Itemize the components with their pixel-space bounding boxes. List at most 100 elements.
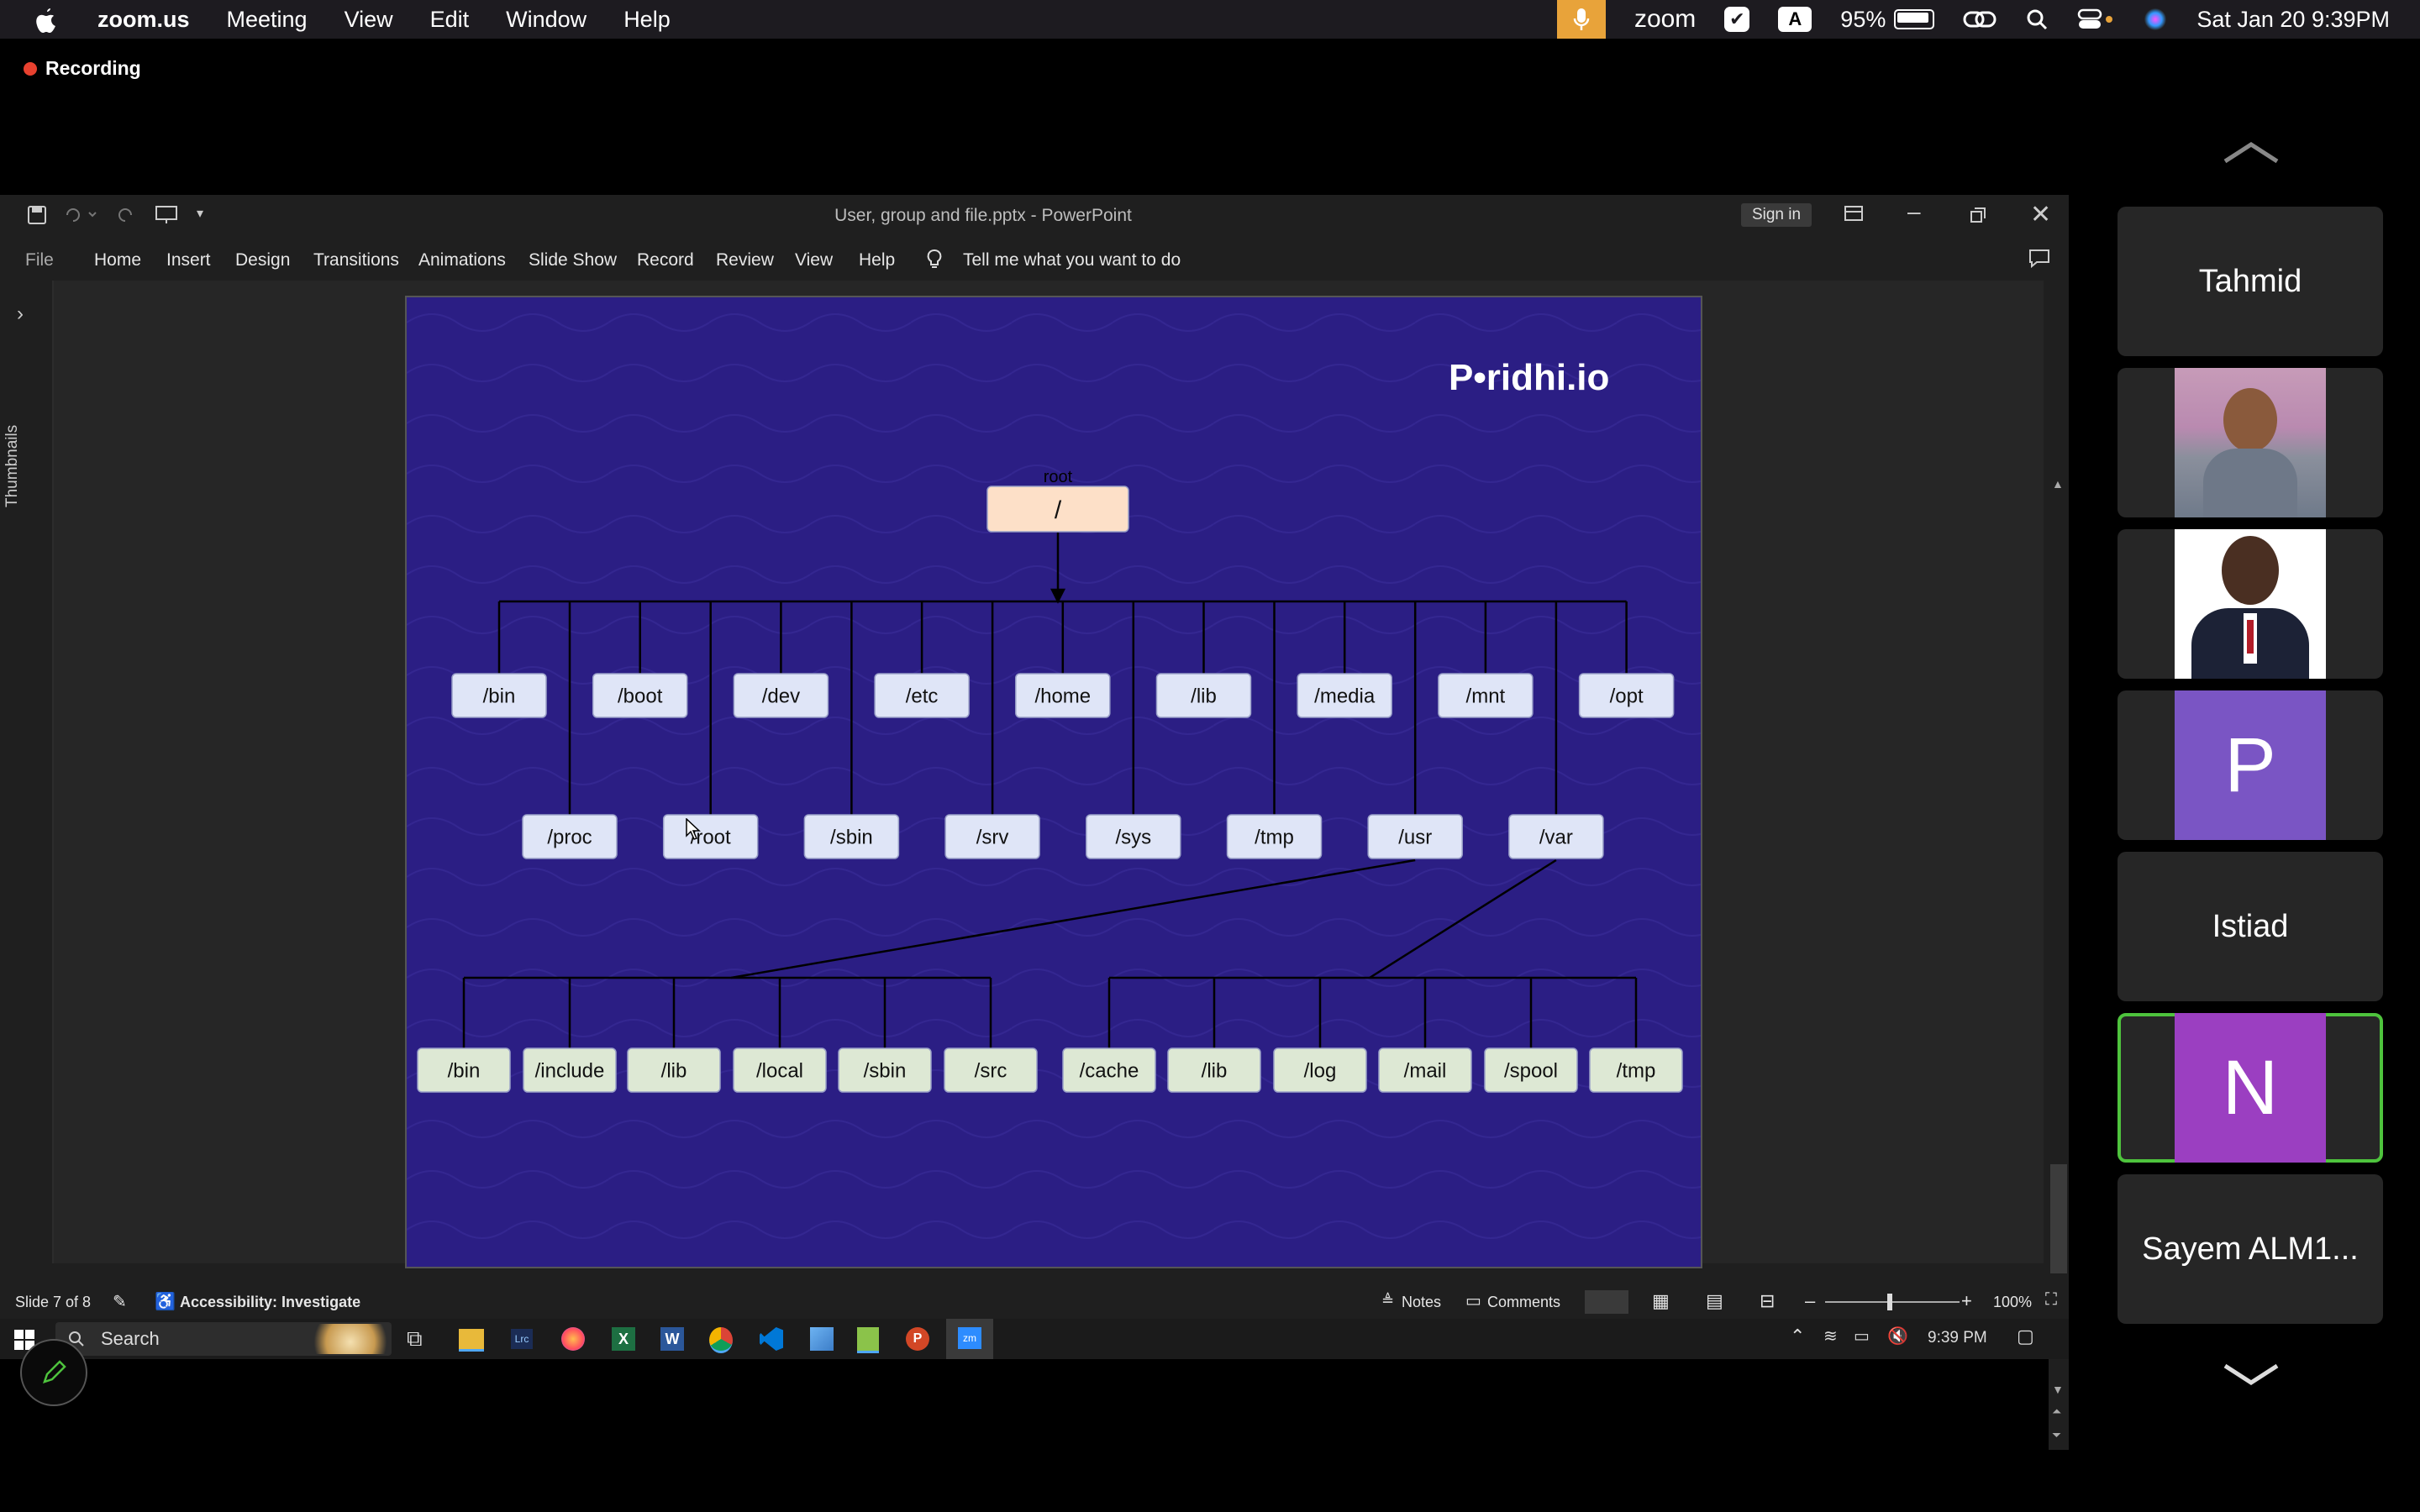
fit-slide-icon[interactable]: ⛶ (2045, 1290, 2057, 1310)
ribbon-tabs: File Home Insert Design Transitions Anim… (0, 237, 2069, 281)
participant-tile-istiad[interactable]: Istiad (2118, 852, 2383, 1001)
comment-icon[interactable] (2028, 249, 2050, 269)
participant-photo (2175, 368, 2326, 517)
menu-edit[interactable]: Edit (430, 7, 470, 33)
node-label: /lib (1191, 685, 1217, 708)
app-menu[interactable]: zoom.us (97, 7, 190, 33)
battery-tray-icon[interactable]: ▭ (1854, 1326, 1870, 1347)
normal-view-button[interactable] (1585, 1290, 1628, 1314)
zoom-out-icon[interactable]: – (1805, 1290, 1815, 1312)
vscode-icon[interactable] (760, 1327, 783, 1351)
firefox-icon[interactable] (561, 1327, 585, 1351)
participant-tile-video-1[interactable] (2118, 368, 2383, 517)
participant-tile-p[interactable]: P (2118, 690, 2383, 840)
slideshow-view-icon[interactable]: ⊟ (1760, 1290, 1775, 1312)
zoom-slider-thumb[interactable] (1887, 1294, 1892, 1310)
notes-icon[interactable]: ≜ (1381, 1292, 1394, 1310)
ribbon-display-icon[interactable] (1844, 205, 1864, 223)
scroll-down-icon[interactable]: ▼ (2052, 1383, 2064, 1396)
previous-slide-icon[interactable]: ⏶ (2052, 1404, 2061, 1419)
tab-insert[interactable]: Insert (166, 250, 211, 270)
input-source-icon[interactable]: A (1778, 7, 1812, 32)
sign-in-button[interactable]: Sign in (1741, 203, 1812, 227)
chrome-icon[interactable] (709, 1327, 733, 1353)
restore-icon[interactable] (1970, 207, 1986, 223)
clock[interactable]: Sat Jan 20 9:39PM (2196, 7, 2390, 33)
menu-view[interactable]: View (345, 7, 393, 33)
next-slide-icon[interactable]: ⏷ (2052, 1428, 2061, 1442)
close-icon[interactable]: ✕ (2030, 200, 2051, 229)
scroll-thumb[interactable] (2050, 1164, 2067, 1273)
title-bar: ▾ User, group and file.pptx - PowerPoint… (0, 195, 2069, 237)
scroll-up-chevron-icon[interactable] (2222, 139, 2281, 165)
spell-check-icon[interactable]: ✎ (113, 1291, 127, 1312)
slide-counter[interactable]: Slide 7 of 8 (15, 1294, 91, 1311)
tab-home[interactable]: Home (94, 250, 141, 270)
menu-meeting[interactable]: Meeting (227, 7, 308, 33)
word-icon[interactable]: W (660, 1327, 684, 1351)
tab-animations[interactable]: Animations (418, 250, 506, 270)
participant-tile-n-active[interactable]: N (2118, 1013, 2383, 1163)
tab-slide-show[interactable]: Slide Show (529, 250, 617, 270)
app-icon-tools[interactable] (810, 1327, 834, 1351)
zoom-taskbar-icon[interactable]: zm (946, 1319, 993, 1359)
node-label: /dev (762, 685, 800, 708)
tab-help[interactable]: Help (859, 250, 895, 270)
accessibility-icon[interactable]: ♿ (155, 1291, 176, 1312)
powerpoint-taskbar-icon[interactable]: P (906, 1327, 929, 1351)
participant-tile-sayem[interactable]: Sayem ALM1... (2118, 1174, 2383, 1324)
annotate-pen-button[interactable] (20, 1339, 87, 1406)
scroll-up-icon[interactable]: ▲ (2052, 477, 2064, 491)
menu-window[interactable]: Window (506, 7, 587, 33)
expand-chevron-icon[interactable]: › (17, 302, 24, 326)
wifi-icon[interactable]: ≋ (1823, 1326, 1838, 1347)
tab-view[interactable]: View (795, 250, 833, 270)
taskbar-clock[interactable]: 9:39 PM (1928, 1329, 1987, 1347)
accessibility-status[interactable]: Accessibility: Investigate (180, 1294, 360, 1311)
tab-transitions[interactable]: Transitions (313, 250, 399, 270)
slide-sorter-icon[interactable]: ▦ (1652, 1290, 1670, 1312)
tray-chevron-icon[interactable]: ⌃ (1790, 1326, 1805, 1347)
siri-icon[interactable] (2143, 7, 2168, 32)
participant-tile-tahmid[interactable]: Tahmid (2118, 207, 2383, 356)
volume-muted-icon[interactable]: 🔇 (1887, 1326, 1908, 1347)
apple-icon[interactable] (34, 5, 59, 34)
tab-review[interactable]: Review (716, 250, 774, 270)
zoom-slider[interactable] (1825, 1301, 1960, 1303)
usr-child-node: /src (944, 1047, 1038, 1093)
thumbnails-pane[interactable]: › Thumbnails (0, 281, 54, 1263)
search-icon[interactable] (2025, 8, 2049, 31)
comments-icon[interactable]: ▭ (1465, 1290, 1481, 1311)
control-center-icon[interactable] (2077, 8, 2114, 31)
zoom-in-icon[interactable]: + (1961, 1290, 1972, 1312)
mac-menu-bar: zoom.us Meeting View Edit Window Help zo… (0, 0, 2420, 39)
node-label: /mnt (1466, 685, 1506, 708)
notes-button[interactable]: Notes (1402, 1294, 1441, 1311)
menu-help[interactable]: Help (623, 7, 671, 33)
checkmark-icon[interactable]: ✔ (1724, 7, 1750, 32)
battery-status[interactable]: 95% (1840, 7, 1935, 33)
taskbar-search[interactable]: Search (55, 1322, 392, 1356)
task-view-icon[interactable]: ⧉ (407, 1326, 423, 1352)
slide: / /bin/boot/dev/etc/home/lib/media/mnt/op… (405, 296, 1702, 1268)
participant-tile-video-2[interactable] (2118, 529, 2383, 679)
excel-icon[interactable]: X (612, 1327, 635, 1351)
scroll-down-chevron-icon[interactable] (2222, 1362, 2281, 1388)
comments-button[interactable]: Comments (1487, 1294, 1560, 1311)
file-explorer-icon[interactable] (459, 1329, 484, 1352)
zoom-status-label[interactable]: zoom (1634, 5, 1696, 34)
link-icon[interactable] (1963, 8, 1996, 31)
minimize-icon[interactable]: – (1907, 198, 1921, 225)
tab-record[interactable]: Record (637, 250, 694, 270)
notification-icon[interactable]: ▢ (2017, 1326, 2034, 1347)
notepad-icon[interactable] (857, 1327, 879, 1353)
lrc-app-icon[interactable]: Lrc (511, 1329, 533, 1349)
reading-view-icon[interactable]: ▤ (1706, 1290, 1723, 1312)
tab-file[interactable]: File (25, 250, 54, 270)
tab-design[interactable]: Design (235, 250, 290, 270)
tell-me-search[interactable]: Tell me what you want to do (963, 250, 1181, 270)
node-label: /local (756, 1060, 803, 1083)
recording-indicator[interactable]: Recording (24, 57, 141, 80)
zoom-level[interactable]: 100% (1993, 1294, 2032, 1311)
microphone-icon[interactable] (1556, 0, 1606, 39)
